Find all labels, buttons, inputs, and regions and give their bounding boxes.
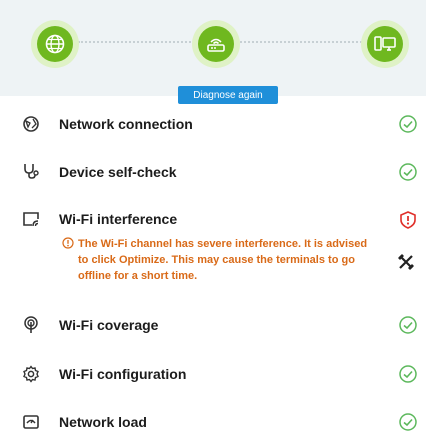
interference-warning: The Wi-Fi channel has severe interferenc… [62,236,380,284]
wifi-interference-icon [20,208,42,230]
connection-line-1 [78,41,198,43]
check-ok-icon [397,314,419,336]
error-status-icon [397,209,419,231]
check-ok-icon [397,411,419,433]
check-ok-icon [397,161,419,183]
check-ok-icon [397,363,419,385]
item-label: Device self-check [59,164,177,180]
terminals-node[interactable] [361,20,409,68]
item-label: Wi-Fi interference [59,211,178,227]
warning-circle-icon [62,237,74,254]
connection-line-2 [232,41,362,43]
topology-panel [0,0,426,96]
check-ok-icon [397,113,419,135]
item-label: Network connection [59,116,193,132]
network-globe-icon [20,113,42,135]
wifi-coverage-icon [20,314,42,336]
diagnose-again-button[interactable]: Diagnose again [178,86,278,104]
internet-globe-icon [45,34,65,54]
warning-text: The Wi-Fi channel has severe interferenc… [78,238,368,282]
item-label: Network load [59,414,147,430]
internet-node[interactable] [31,20,79,68]
item-label: Wi-Fi coverage [59,317,159,333]
router-node[interactable] [192,20,240,68]
stethoscope-icon [20,160,42,182]
gear-icon [20,363,42,385]
terminal-devices-icon [374,36,396,51]
item-label: Wi-Fi configuration [59,366,187,382]
load-gauge-icon [20,411,42,433]
optimize-tools-icon[interactable] [394,250,418,274]
router-icon [207,38,225,52]
